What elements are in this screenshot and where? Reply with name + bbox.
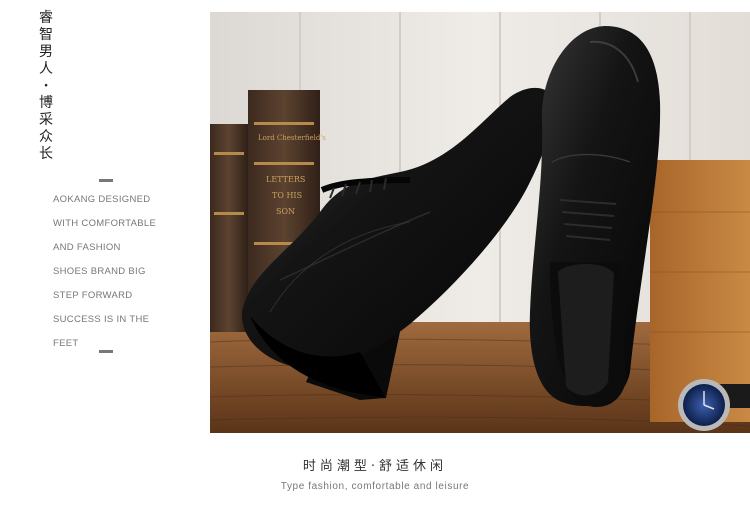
book-spine-text: Lord Chesterfield's bbox=[258, 134, 326, 142]
description-line: WITH COMFORTABLE bbox=[53, 218, 157, 229]
description-line: AOKANG DESIGNED bbox=[53, 194, 151, 205]
product-photo-illustration: Lord Chesterfield's LETTERS TO HIS SON bbox=[210, 12, 750, 433]
product-photo: Lord Chesterfield's LETTERS TO HIS SON bbox=[210, 12, 750, 433]
divider-top bbox=[99, 179, 113, 182]
title-dot: · bbox=[43, 78, 49, 94]
book-spine-text: SON bbox=[276, 207, 295, 216]
title-char: 博 bbox=[39, 95, 53, 111]
divider-bottom bbox=[99, 350, 113, 353]
title-char: 采 bbox=[39, 112, 53, 128]
description-line: SHOES BRAND BIG bbox=[53, 266, 146, 277]
title-char: 众 bbox=[39, 129, 53, 145]
description-block: AOKANG DESIGNED WITH COMFORTABLE AND FAS… bbox=[53, 190, 203, 358]
description-line: FEET bbox=[53, 338, 79, 349]
caption-english: Type fashion, comfortable and leisure bbox=[280, 481, 470, 492]
description-line: SUCCESS IS IN THE bbox=[53, 314, 150, 325]
description-line: AND FASHION bbox=[53, 242, 121, 253]
caption-chinese: 时尚潮型·舒适休闲 bbox=[302, 459, 448, 474]
book-spine-text: TO HIS bbox=[272, 191, 302, 200]
book-spine-text: LETTERS bbox=[266, 175, 305, 184]
title-char: 睿 bbox=[39, 10, 53, 26]
title-char: 长 bbox=[39, 146, 53, 162]
title-char: 人 bbox=[39, 61, 53, 77]
vertical-title: 睿 智 男 人 · 博 采 众 长 bbox=[34, 10, 58, 163]
title-char: 智 bbox=[39, 27, 53, 43]
description-line: STEP FORWARD bbox=[53, 290, 133, 301]
title-char: 男 bbox=[39, 44, 53, 60]
